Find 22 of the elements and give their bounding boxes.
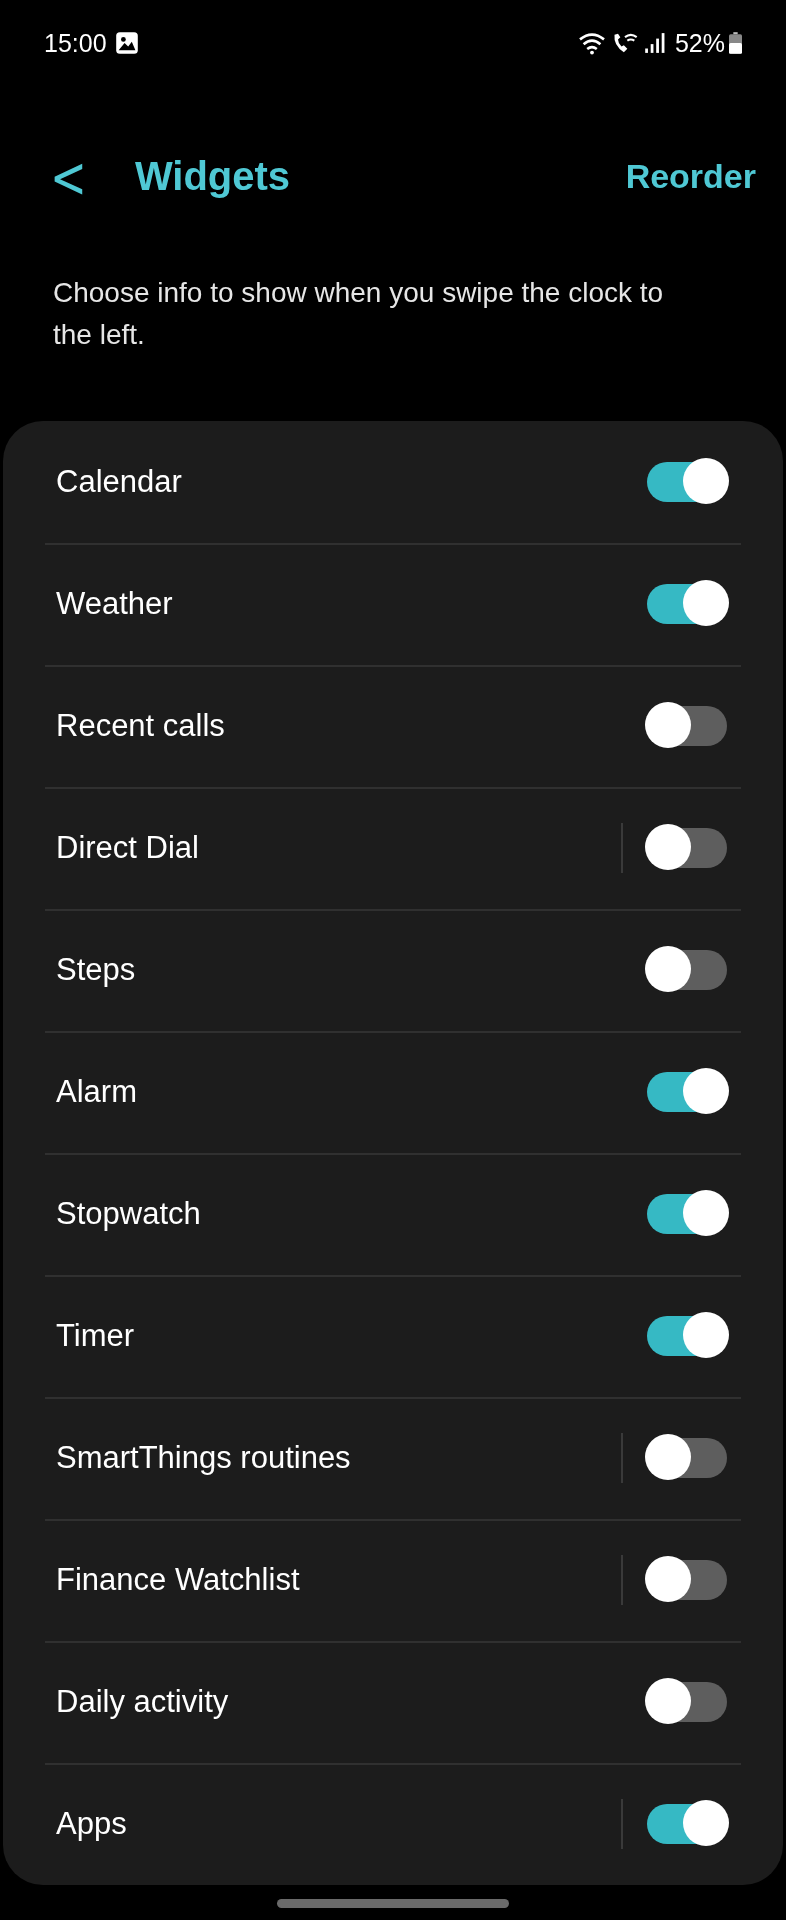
widget-label: Steps: [56, 952, 137, 988]
description-text: Choose info to show when you swipe the clock to the left.: [52, 276, 665, 352]
widget-label: Apps: [56, 1806, 128, 1842]
widget-label: Finance Watchlist: [56, 1562, 301, 1598]
battery-percent: 52%: [674, 28, 725, 58]
back-button[interactable]: <: [40, 142, 97, 210]
gallery-icon: [114, 31, 139, 55]
widget-label: SmartThings routines: [56, 1440, 352, 1476]
widget-label: Calendar: [56, 464, 183, 500]
battery-icon: [729, 32, 742, 54]
widget-label: Direct Dial: [56, 830, 200, 866]
signal-icon: [642, 31, 665, 55]
widget-label: Daily activity: [56, 1684, 230, 1720]
widget-label: Recent calls: [56, 708, 226, 744]
status-time: 15:00: [44, 28, 107, 58]
reorder-button[interactable]: Reorder: [625, 156, 756, 196]
wifi-icon: [576, 31, 607, 55]
widget-label: Timer: [56, 1318, 136, 1354]
page-title: Widgets: [134, 153, 292, 199]
widget-label: Weather: [56, 586, 174, 622]
widget-label: Stopwatch: [56, 1196, 202, 1232]
widget-label: Alarm: [56, 1074, 138, 1110]
